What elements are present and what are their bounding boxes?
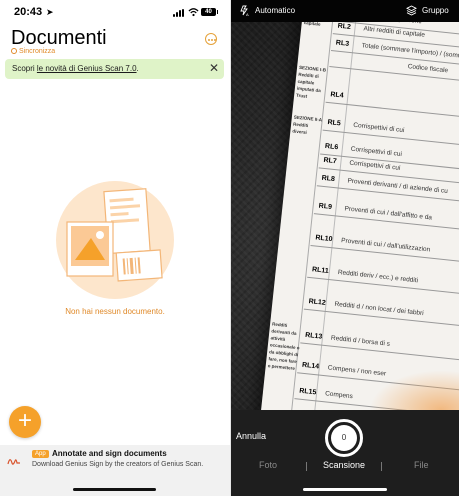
form-row-code: RL3 <box>335 39 350 48</box>
signature-icon <box>7 459 20 465</box>
form-row-code: RL2 <box>337 22 352 31</box>
shutter-button[interactable]: 0 <box>325 419 363 457</box>
status-time: 20:43 <box>14 6 43 18</box>
form-row-code: RL10 <box>314 234 333 244</box>
form-row-description: Proventi di cui / dall'affitto e da <box>344 205 433 222</box>
auto-capture-icon[interactable]: A <box>240 5 250 16</box>
group-label[interactable]: Gruppo <box>422 6 449 15</box>
form-row-code: RL9 <box>318 202 333 211</box>
form-section-label: Redditi di capitale <box>303 22 321 27</box>
form-row-code: RL4 <box>330 91 344 100</box>
scan-counter: 0 <box>331 425 357 451</box>
mode-foto[interactable]: Foto <box>259 460 277 470</box>
form-row-code: RL13 <box>304 331 323 341</box>
scanner-screen: RL1Utili ed altri proventiRL2Altri reddi… <box>231 0 459 496</box>
whats-new-banner: Scopri le novità di Genius Scan 7.0. ✕ <box>5 59 224 79</box>
sync-icon <box>11 48 17 54</box>
form-section-label: Redditi derivanti da attività occasional… <box>267 321 300 371</box>
auto-capture-label[interactable]: Automatico <box>255 6 295 15</box>
form-row-code: RL11 <box>311 266 330 275</box>
form-section-label: SEZIONE II-A Redditi diversi <box>292 114 323 135</box>
more-options-button[interactable] <box>205 33 217 45</box>
mode-file[interactable]: File <box>414 460 429 470</box>
form-row-description: Corrispettivi di cui <box>350 145 403 158</box>
location-icon: ➤ <box>46 7 54 17</box>
group-icon[interactable] <box>406 5 417 16</box>
signal-icon <box>173 9 185 17</box>
form-row-code: RL5 <box>327 119 342 128</box>
wifi-icon <box>188 8 199 17</box>
form-row-code: RL8 <box>321 174 336 184</box>
close-icon[interactable]: ✕ <box>209 62 219 74</box>
sync-label: Sincronizza <box>19 48 56 55</box>
banner-text: Scopri le novità di Genius Scan 7.0. <box>12 64 139 73</box>
add-document-button[interactable]: + <box>9 406 41 438</box>
form-row-code: RL6 <box>324 142 339 152</box>
form-row-description: Redditi d / non locat / dei fabbri <box>334 300 425 318</box>
form-row-description: Codice fiscale <box>407 63 449 75</box>
form-section-label: SEZIONE I-B Redditi di capitale imputati… <box>295 64 327 99</box>
battery-icon: 40 <box>201 8 218 16</box>
sync-status[interactable]: Sincronizza <box>11 48 55 55</box>
home-indicator <box>303 488 387 491</box>
form-row-code: RL7 <box>323 156 338 166</box>
form-row-description: Compens <box>324 390 354 401</box>
form-row-code: RL14 <box>301 361 320 371</box>
form-row-code: RL12 <box>308 298 327 307</box>
form-row-code: RL15 <box>298 387 317 397</box>
scanner-controls: Annulla 0 Foto Scansione File <box>231 410 459 496</box>
scanner-top-bar: A Automatico Gruppo <box>231 0 459 22</box>
capture-mode-selector: Foto Scansione File <box>231 460 459 474</box>
app-badge: App <box>32 450 49 458</box>
home-indicator <box>73 488 156 491</box>
page-title: Documenti <box>11 27 107 49</box>
promo-title: Annotate and sign documents <box>52 449 167 458</box>
svg-text:A: A <box>246 12 249 16</box>
form-row-description: Corrispettivi di cui <box>352 121 405 135</box>
promo-description: Download Genius Sign by the creators of … <box>32 461 204 468</box>
documents-screen: 20:43 ➤ 40 Documenti Sincronizza Scopri … <box>0 0 230 496</box>
status-bar: 20:43 ➤ 40 <box>0 0 230 24</box>
empty-documents-illustration <box>56 181 174 299</box>
empty-state-message: Non hai nessun documento. <box>65 307 165 316</box>
mode-scansione[interactable]: Scansione <box>323 460 365 470</box>
cancel-button[interactable]: Annulla <box>236 431 266 441</box>
whats-new-link[interactable]: le novità di Genius Scan 7.0 <box>37 64 137 73</box>
camera-viewfinder[interactable]: RL1Utili ed altri proventiRL2Altri reddi… <box>231 22 459 410</box>
form-row-description: Proventi di cui / dall'utilizzazion <box>340 237 431 254</box>
